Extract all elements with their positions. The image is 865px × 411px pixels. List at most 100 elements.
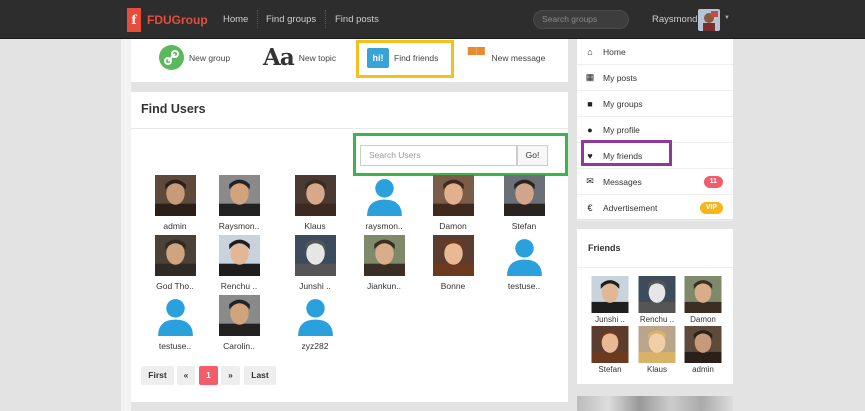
user-name-link[interactable]: Raysmon.. [209, 221, 269, 231]
group-search-input[interactable]: Search groups [533, 10, 629, 29]
friend-avatar[interactable] [684, 276, 722, 313]
friend-avatar[interactable] [638, 326, 676, 363]
user-card[interactable]: admin [145, 175, 205, 231]
user-card[interactable]: raysmon.. [354, 175, 414, 231]
user-name-link[interactable]: Damon [423, 221, 483, 231]
user-name-link[interactable]: raysmon.. [354, 221, 414, 231]
friend-card[interactable]: Klaus [635, 326, 679, 374]
sidebar-item-messages[interactable]: ✉ Messages 11 [577, 169, 733, 195]
user-name-link[interactable]: zyz282 [285, 341, 345, 351]
posts-icon: ▦ [585, 72, 595, 82]
divider [577, 267, 733, 268]
user-name-link[interactable]: Jiankun.. [354, 281, 414, 291]
user-name-link[interactable]: Stefan [494, 221, 554, 231]
user-avatar[interactable] [218, 295, 260, 336]
user-avatar[interactable] [294, 175, 336, 216]
friend-avatar[interactable] [638, 276, 676, 313]
user-avatar[interactable] [503, 175, 545, 216]
user-card[interactable]: Stefan [494, 175, 554, 231]
friend-name-link[interactable]: admin [681, 365, 725, 374]
user-card[interactable]: Klaus [285, 175, 345, 231]
user-card[interactable]: Jiankun.. [354, 235, 414, 291]
user-avatar[interactable] [154, 175, 196, 216]
brand-logo-icon: f [127, 8, 141, 32]
user-avatar[interactable] [432, 175, 474, 216]
user-name-link[interactable]: testuse.. [494, 281, 554, 291]
friend-avatar[interactable] [591, 276, 629, 313]
brand-name[interactable]: FDUGroup [147, 13, 208, 27]
friend-card[interactable]: Stefan [588, 326, 632, 374]
user-name-link[interactable]: God Tho.. [145, 281, 205, 291]
friend-card[interactable]: Renchu .. [635, 276, 679, 324]
friend-card[interactable]: Damon [681, 276, 725, 324]
pagination-last[interactable]: Last [244, 366, 276, 385]
sidebar-item-label: Advertisement [603, 202, 658, 213]
friend-name-link[interactable]: Renchu .. [635, 315, 679, 324]
user-name-link[interactable]: testuse.. [145, 341, 205, 351]
new-message-label: New message [491, 52, 546, 63]
default-avatar-icon[interactable] [504, 235, 545, 276]
pagination-first[interactable]: First [141, 366, 174, 385]
new-group-button[interactable]: New group [159, 39, 230, 76]
ad-image[interactable] [577, 396, 733, 411]
user-card[interactable]: Raysmon.. [209, 175, 269, 231]
user-name-link[interactable]: Junshi .. [285, 281, 345, 291]
user-name-link[interactable]: Klaus [285, 221, 345, 231]
friend-name-link[interactable]: Klaus [635, 365, 679, 374]
envelope-icon: ✉ [586, 176, 594, 186]
friend-name-link[interactable]: Stefan [588, 365, 632, 374]
user-card[interactable]: zyz282 [285, 295, 345, 351]
brand[interactable]: f FDUGroup [127, 8, 208, 32]
quote-icon: ❝ [465, 47, 487, 69]
user-avatar[interactable] [432, 235, 474, 276]
groups-icon: ■ [587, 98, 593, 109]
link-icon [159, 45, 184, 70]
friend-name-link[interactable]: Damon [681, 315, 725, 324]
user-avatar[interactable] [363, 235, 405, 276]
user-card[interactable]: God Tho.. [145, 235, 205, 291]
user-search-input[interactable]: Search Users [360, 145, 517, 166]
friend-avatar[interactable] [591, 326, 629, 363]
pagination-next[interactable]: » [221, 366, 240, 385]
user-card[interactable]: Renchu .. [209, 235, 269, 291]
sidebar-item-home[interactable]: ⌂ Home [577, 39, 733, 65]
user-name-link[interactable]: Renchu .. [209, 281, 269, 291]
sidebar-item-advertisement[interactable]: € Advertisement VIP [577, 195, 733, 221]
user-card[interactable]: Carolin.. [209, 295, 269, 351]
new-message-button[interactable]: ❝ New message [465, 39, 545, 76]
search-go-button[interactable]: Go! [517, 145, 548, 166]
nav-find-groups[interactable]: Find groups [266, 14, 316, 25]
user-card[interactable]: testuse.. [145, 295, 205, 351]
sidebar-item-my-posts[interactable]: ▦ My posts [577, 65, 733, 91]
friend-name-link[interactable]: Junshi .. [588, 315, 632, 324]
nav-find-posts[interactable]: Find posts [335, 14, 379, 25]
user-name-link[interactable]: Carolin.. [209, 341, 269, 351]
user-card[interactable]: Bonne [423, 235, 483, 291]
user-avatar[interactable] [294, 235, 336, 276]
sidebar-item-label: Messages [603, 176, 642, 187]
user-name-link[interactable]: admin [145, 221, 205, 231]
pagination-current[interactable]: 1 [199, 366, 218, 385]
chevron-down-icon[interactable]: ▼ [724, 15, 730, 21]
user-card[interactable]: testuse.. [494, 235, 554, 291]
friend-avatar[interactable] [684, 326, 722, 363]
friend-card[interactable]: admin [681, 326, 725, 374]
user-avatar[interactable] [154, 235, 196, 276]
default-avatar-icon[interactable] [295, 295, 336, 336]
user-avatar[interactable] [218, 175, 260, 216]
friend-card[interactable]: Junshi .. [588, 276, 632, 324]
sidebar-item-label: My profile [603, 124, 640, 135]
user-name-link[interactable]: Bonne [423, 281, 483, 291]
nav-home[interactable]: Home [223, 14, 248, 25]
new-topic-button[interactable]: Aa New topic [263, 39, 336, 76]
user-avatar[interactable] [218, 235, 260, 276]
sidebar-item-my-groups[interactable]: ■ My groups [577, 91, 733, 117]
user-card[interactable]: Damon [423, 175, 483, 231]
new-topic-label: New topic [298, 52, 337, 63]
user-name[interactable]: Raysmond [652, 14, 697, 25]
user-card[interactable]: Junshi .. [285, 235, 345, 291]
user-avatar[interactable] [698, 9, 720, 31]
pagination-prev[interactable]: « [177, 366, 195, 385]
default-avatar-icon[interactable] [155, 295, 196, 336]
default-avatar-icon[interactable] [364, 175, 405, 216]
